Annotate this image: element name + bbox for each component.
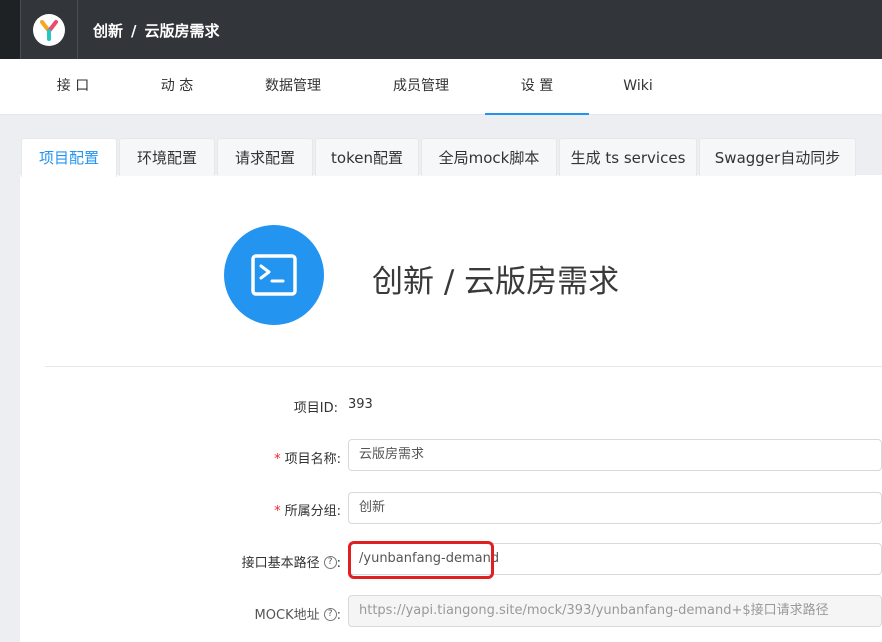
divider xyxy=(77,0,78,59)
required-mark: * xyxy=(274,452,281,467)
required-mark: * xyxy=(274,504,281,519)
tab-swagger-sync[interactable]: Swagger自动同步 xyxy=(699,138,856,176)
group-select[interactable]: 创新 xyxy=(348,492,882,524)
project-name-label: * 项目名称: xyxy=(274,452,341,467)
project-title: 创新 / 云版房需求 xyxy=(372,264,620,300)
tab-ts-services[interactable]: 生成 ts services xyxy=(559,138,697,176)
project-nav: 接 口 动 态 数据管理 成员管理 设 置 Wiki xyxy=(0,59,882,115)
nav-tab-member-management[interactable]: 成员管理 xyxy=(378,59,464,115)
mock-url-input[interactable]: https://yapi.tiangong.site/mock/393/yunb… xyxy=(348,595,882,627)
mock-url-label: MOCK地址?: xyxy=(254,608,341,623)
help-icon[interactable]: ? xyxy=(323,556,337,569)
breadcrumb-project[interactable]: 云版房需求 xyxy=(145,20,220,41)
help-icon[interactable]: ? xyxy=(323,608,337,621)
terminal-icon xyxy=(224,225,324,325)
breadcrumb-separator: / xyxy=(131,22,137,40)
divider xyxy=(45,366,882,367)
header-left-strip xyxy=(0,0,20,59)
tab-project-config[interactable]: 项目配置 xyxy=(21,138,117,177)
breadcrumb: 创新 / 云版房需求 xyxy=(93,20,220,41)
nav-tab-activity[interactable]: 动 态 xyxy=(134,59,220,115)
nav-tab-interface[interactable]: 接 口 xyxy=(30,59,116,115)
highlight-annotation xyxy=(348,541,494,579)
divider xyxy=(20,0,21,59)
tab-env-config[interactable]: 环境配置 xyxy=(119,138,215,176)
tab-token-config[interactable]: token配置 xyxy=(315,138,419,176)
project-id-label: 项目ID: xyxy=(293,401,338,416)
nav-tab-wiki[interactable]: Wiki xyxy=(604,59,672,115)
group-label: * 所属分组: xyxy=(274,504,341,519)
yapi-logo-icon[interactable] xyxy=(33,14,65,46)
nav-tab-settings[interactable]: 设 置 xyxy=(485,59,589,115)
base-path-label: 接口基本路径?: xyxy=(241,556,341,571)
breadcrumb-group[interactable]: 创新 xyxy=(93,20,123,41)
project-name-input[interactable]: 云版房需求 xyxy=(348,439,882,471)
project-id-value: 393 xyxy=(348,397,373,412)
tab-global-mock-script[interactable]: 全局mock脚本 xyxy=(421,138,557,176)
nav-tab-data-management[interactable]: 数据管理 xyxy=(250,59,336,115)
app-header: 创新 / 云版房需求 xyxy=(0,0,882,59)
tab-request-config[interactable]: 请求配置 xyxy=(217,138,313,176)
